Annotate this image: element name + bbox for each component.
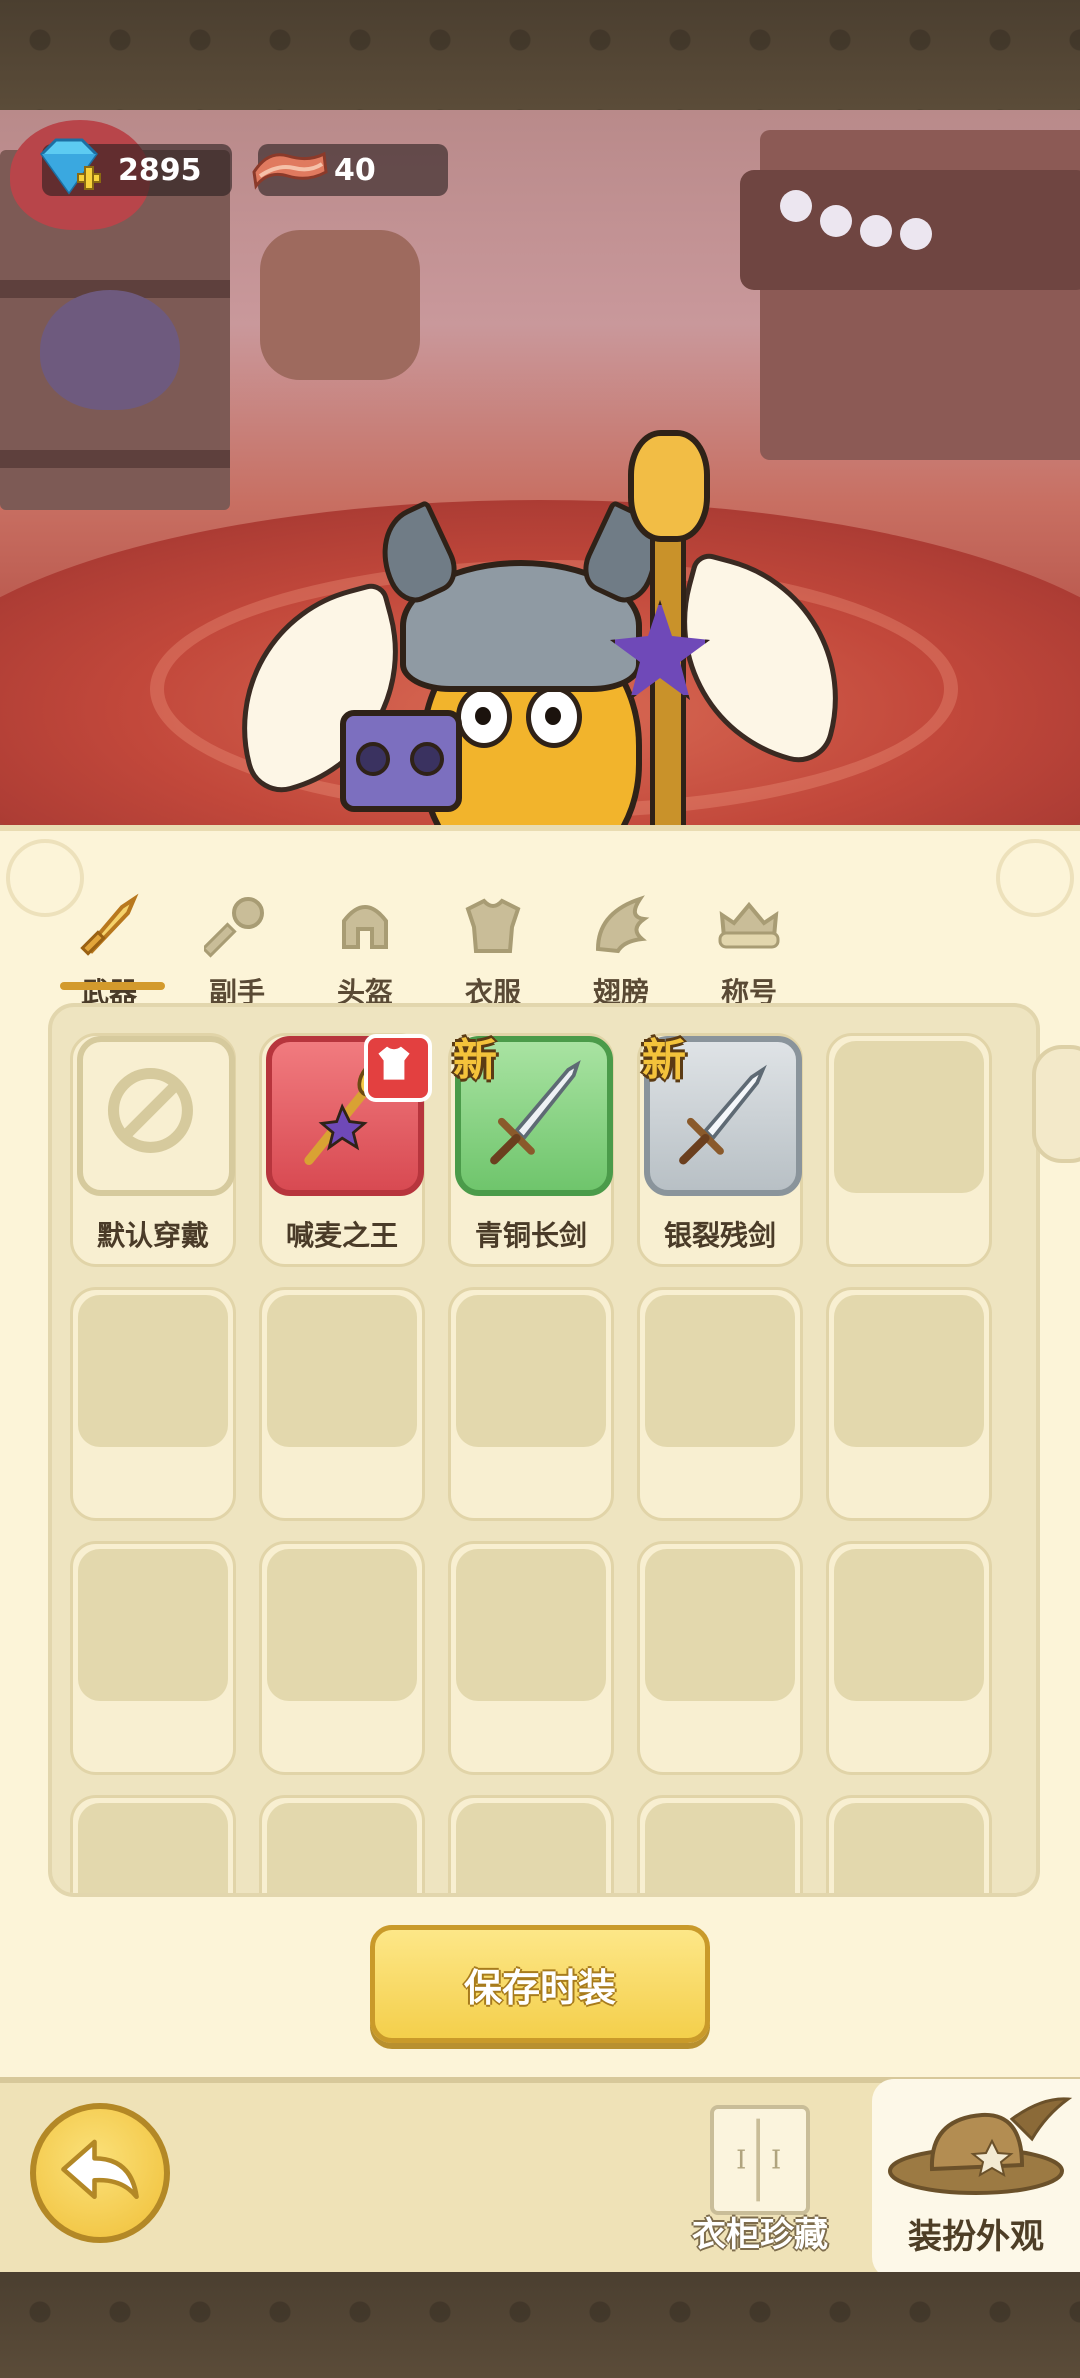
item-slot-default[interactable]: 默认穿戴 <box>70 1033 236 1267</box>
empty-slot <box>826 1033 992 1267</box>
bacon-count: 40 <box>334 152 376 188</box>
barrel <box>260 230 420 380</box>
empty-slot <box>70 1287 236 1521</box>
empty-slot <box>259 1287 425 1521</box>
back-button[interactable] <box>30 2103 170 2243</box>
empty-slot <box>826 1541 992 1775</box>
empty-slot <box>637 1541 803 1775</box>
dress-up-label: 装扮外观 <box>908 2217 1044 2257</box>
svg-text:I: I <box>771 2145 781 2175</box>
item-label: 银裂残剑 <box>663 1219 776 1252</box>
hat-icon <box>888 2097 1073 2195</box>
empty-slot <box>259 1541 425 1775</box>
item-card[interactable]: 新 <box>453 1035 613 1196</box>
category-tabs: 武器 副手 头盔 衣服 翅膀 称号 <box>50 861 810 1021</box>
title-badge-icon <box>718 901 780 949</box>
gem-plus-icon <box>40 138 101 195</box>
tab-offhand[interactable]: 副手 <box>178 861 296 1011</box>
empty-slot <box>70 1795 236 1893</box>
empty-slot <box>826 1795 992 1893</box>
top-decor-strip <box>0 0 1080 110</box>
book-icon: I I <box>710 2105 810 2215</box>
new-badge: 新 <box>453 1035 497 1086</box>
egg-decor <box>40 290 180 410</box>
offhand-icon <box>204 897 264 958</box>
tab-wings[interactable]: 翅膀 <box>562 861 680 1011</box>
empty-slot <box>70 1541 236 1775</box>
item-label: 默认穿戴 <box>96 1219 209 1252</box>
active-tab-indicator <box>60 982 165 990</box>
empty-slot <box>448 1287 614 1521</box>
tab-helmet[interactable]: 头盔 <box>306 861 424 1011</box>
item-card[interactable] <box>77 1036 235 1196</box>
empty-slot <box>259 1795 425 1893</box>
empty-slot <box>448 1795 614 1893</box>
tab-title[interactable]: 称号 <box>690 861 808 1011</box>
dress-up-tab[interactable]: 装扮外观 <box>872 2079 1080 2279</box>
save-costume-button[interactable]: 保存时装 <box>370 1925 710 2043</box>
bacon-icon <box>252 151 328 190</box>
item-label: 喊麦之王 <box>285 1219 398 1252</box>
wardrobe-collection-button[interactable]: I I 衣柜珍藏 <box>680 2097 840 2267</box>
shirt-icon <box>364 1034 432 1102</box>
gem-counter[interactable]: 2895 <box>40 138 232 196</box>
item-grid: 默认穿戴 喊麦之王 新 青铜长剑 新 银裂残剑 <box>48 1003 1040 1897</box>
bacon-counter[interactable]: 40 <box>252 144 448 196</box>
item-card[interactable]: 新 <box>642 1035 802 1196</box>
sword-icon <box>80 893 139 956</box>
back-arrow-icon <box>61 2139 139 2200</box>
new-badge: 新 <box>642 1035 686 1086</box>
item-slot-silver-sword[interactable]: 新 银裂残剑 <box>637 1033 803 1267</box>
svg-text:I: I <box>736 2145 746 2175</box>
gem-count: 2895 <box>118 152 202 188</box>
armor-icon <box>465 898 521 953</box>
character-preview-scene <box>0 110 1080 825</box>
bottom-bar: I I 衣柜珍藏 装扮外观 <box>0 2077 1080 2279</box>
costume-panel: 武器 副手 头盔 衣服 翅膀 称号 默认穿戴 喊麦之王 新 青铜长剑 新 银裂残… <box>0 825 1080 2077</box>
empty-slot <box>826 1287 992 1521</box>
item-slot-bronze-sword[interactable]: 新 青铜长剑 <box>448 1033 614 1267</box>
bottom-decor-strip <box>0 2272 1080 2378</box>
wings-icon <box>595 895 650 954</box>
tab-clothes[interactable]: 衣服 <box>434 861 552 1011</box>
boombox-offhand <box>340 710 462 812</box>
empty-slot <box>448 1541 614 1775</box>
empty-slot <box>637 1287 803 1521</box>
mic-head <box>628 430 710 542</box>
item-slot-mic-king[interactable]: 喊麦之王 <box>259 1033 432 1267</box>
corner-decor <box>996 839 1074 917</box>
empty-slot <box>637 1795 803 1893</box>
prohibited-icon <box>107 1067 193 1153</box>
wardrobe-label: 衣柜珍藏 <box>692 2215 828 2255</box>
save-costume-label: 保存时装 <box>463 1965 616 2010</box>
item-label: 青铜长剑 <box>474 1219 587 1252</box>
item-card[interactable] <box>266 1034 432 1196</box>
scroll-hint-tab[interactable] <box>1032 1045 1080 1163</box>
helmet-icon <box>342 905 388 949</box>
character-avatar <box>209 410 871 825</box>
